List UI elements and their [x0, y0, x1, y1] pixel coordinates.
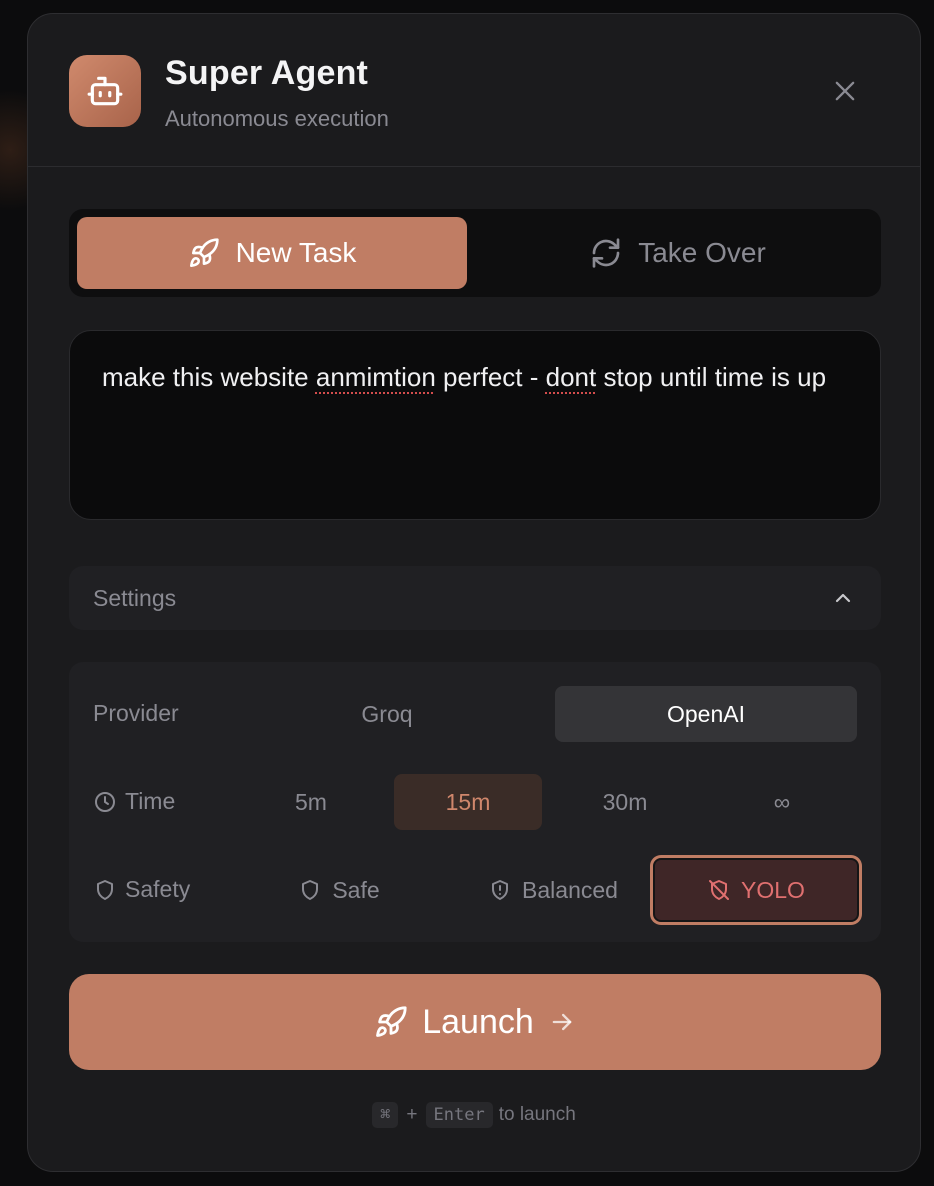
tab-label: Take Over	[638, 237, 766, 268]
safety-option-yolo[interactable]: YOLO	[653, 858, 859, 922]
time-option-15m[interactable]: 15m	[394, 774, 542, 830]
clock-icon	[95, 791, 115, 812]
option-label: ∞	[773, 788, 791, 815]
modal-title: Super Agent	[165, 54, 369, 92]
option-label: Groq	[361, 700, 413, 727]
refresh-icon	[592, 238, 620, 268]
safety-label: Safety	[93, 876, 190, 903]
keyboard-hint: ⌘ + Enter to launch	[28, 1102, 920, 1128]
launch-label: Launch	[422, 1002, 534, 1041]
option-label: 15m	[445, 788, 491, 815]
kbd-cmd: ⌘	[372, 1102, 399, 1128]
time-label-text: Time	[125, 788, 176, 814]
tab-label: New Task	[235, 237, 357, 268]
time-option-5m[interactable]: 5m	[237, 774, 385, 830]
safety-label-text: Safety	[125, 876, 191, 902]
tab-new-task[interactable]: New Task	[77, 217, 467, 289]
kbd-enter: Enter	[425, 1102, 493, 1128]
super-agent-modal: Super Agent Autonomous execution New Tas…	[27, 13, 921, 1172]
option-label: YOLO	[741, 876, 805, 903]
robot-icon	[69, 55, 141, 127]
safety-option-safe[interactable]: Safe	[269, 862, 409, 918]
arrow-right-icon	[552, 1013, 572, 1031]
provider-option-openai[interactable]: OpenAI	[555, 686, 857, 742]
shield-icon	[97, 879, 113, 900]
close-icon	[835, 81, 855, 101]
shield-icon	[302, 880, 319, 900]
tab-take-over[interactable]: Take Over	[483, 217, 873, 289]
hint-plus: +	[406, 1104, 418, 1125]
shield-alert-icon	[492, 880, 509, 900]
settings-toggle[interactable]: Settings	[69, 566, 881, 630]
option-label: OpenAI	[667, 700, 745, 727]
settings-panel: Provider Groq OpenAI Time 5m 15m 30m ∞ S…	[69, 662, 881, 942]
shield-off-icon	[709, 880, 730, 900]
modal-subtitle: Autonomous execution	[165, 106, 389, 131]
rocket-icon	[189, 238, 219, 267]
modal-header: Super Agent Autonomous execution	[28, 14, 920, 167]
option-label: Safe	[332, 876, 380, 903]
time-label: Time	[93, 788, 175, 815]
safety-option-balanced[interactable]: Balanced	[463, 862, 643, 918]
option-label: 5m	[295, 788, 327, 815]
prompt-text: make this website	[102, 362, 316, 392]
provider-label-text: Provider	[93, 700, 179, 726]
prompt-text: stop until time is up	[596, 362, 827, 392]
prompt-text-misspelled: dont	[545, 362, 597, 392]
prompt-text: perfect -	[435, 362, 546, 392]
close-button[interactable]	[828, 74, 862, 108]
provider-label: Provider	[93, 700, 179, 727]
rocket-icon	[376, 1006, 407, 1037]
settings-label: Settings	[93, 584, 177, 611]
chevron-up-icon	[835, 593, 851, 603]
hint-text: to launch	[498, 1104, 576, 1125]
option-label: 30m	[602, 788, 648, 815]
time-option-infinite[interactable]: ∞	[708, 774, 856, 830]
mode-tabs: New Task Take Over	[69, 209, 881, 297]
option-label: Balanced	[522, 876, 618, 903]
launch-button[interactable]: Launch	[69, 974, 881, 1070]
task-prompt-textarea[interactable]: make this website anmimtion perfect - do…	[69, 330, 881, 520]
prompt-text-misspelled: anmimtion	[315, 362, 436, 392]
time-option-30m[interactable]: 30m	[551, 774, 699, 830]
provider-option-groq[interactable]: Groq	[309, 686, 465, 742]
